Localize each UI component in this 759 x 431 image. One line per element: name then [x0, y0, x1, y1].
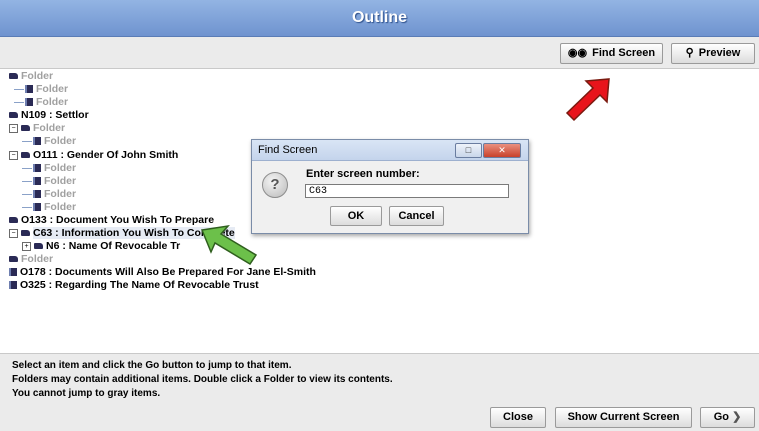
tree-item[interactable]: Folder	[22, 135, 76, 148]
folder-icon	[21, 230, 30, 237]
page-icon	[33, 137, 41, 146]
tree-item[interactable]: O325 : Regarding The Name Of Revocable T…	[9, 279, 259, 292]
go-button[interactable]: Go ❯	[700, 407, 755, 428]
tree-item[interactable]: + N6 : Name Of Revocable Tr	[22, 240, 180, 253]
page-icon	[33, 203, 41, 212]
tree-item[interactable]: N109 : Settlor	[9, 109, 89, 122]
screen-number-input[interactable]: C63	[305, 184, 509, 198]
find-screen-dialog: Find Screen □ ✕ ? Enter screen number: C…	[251, 139, 529, 234]
tree-item[interactable]: Folder	[9, 253, 53, 266]
dialog-title: Find Screen	[258, 144, 318, 156]
page-icon	[33, 190, 41, 199]
page-icon	[33, 177, 41, 186]
ok-button[interactable]: OK	[330, 206, 382, 226]
tree-item[interactable]: Folder	[9, 70, 53, 83]
tree-item[interactable]: O178 : Documents Will Also Be Prepared F…	[9, 266, 316, 279]
help-text-line: Folders may contain additional items. Do…	[12, 374, 393, 385]
help-text-line: Select an item and click the Go button t…	[12, 360, 292, 371]
tree-item[interactable]: Folder	[22, 188, 76, 201]
folder-icon	[9, 112, 18, 119]
page-icon	[9, 281, 17, 290]
binoculars-icon: ◉◉	[567, 47, 588, 59]
tree-item[interactable]: − O111 : Gender Of John Smith	[9, 149, 178, 162]
folder-icon	[9, 73, 18, 80]
folder-icon	[21, 152, 30, 159]
page-icon	[25, 98, 33, 107]
find-screen-button[interactable]: ◉◉ Find Screen	[560, 43, 663, 64]
collapse-toggle-icon[interactable]: −	[9, 150, 18, 160]
collapse-toggle-icon[interactable]: −	[9, 228, 18, 238]
toolbar: ◉◉ Find Screen ⚲ Preview	[0, 37, 759, 69]
bottom-panel: Select an item and click the Go button t…	[0, 353, 759, 431]
preview-button[interactable]: ⚲ Preview	[671, 43, 755, 64]
cancel-button[interactable]: Cancel	[389, 206, 444, 226]
page-icon	[33, 164, 41, 173]
help-text-line: You cannot jump to gray items.	[12, 388, 161, 399]
folder-icon	[9, 256, 18, 263]
magnifier-icon: ⚲	[685, 47, 694, 59]
red-arrow-annotation	[565, 78, 610, 122]
page-icon	[25, 85, 33, 94]
dialog-titlebar: Find Screen □ ✕	[252, 140, 528, 161]
chevron-right-icon: ❯	[732, 411, 742, 423]
folder-icon	[34, 243, 43, 250]
expand-toggle-icon[interactable]: +	[22, 241, 31, 251]
close-icon[interactable]: ✕	[483, 143, 521, 158]
restore-icon[interactable]: □	[455, 143, 482, 158]
green-arrow-annotation	[200, 224, 258, 266]
tree-item[interactable]: Folder	[14, 96, 68, 109]
question-icon: ?	[262, 172, 288, 198]
tree-item[interactable]: − Folder	[9, 122, 65, 135]
tree-item[interactable]: O133 : Document You Wish To Prepare	[9, 214, 214, 227]
tree-item[interactable]: Folder	[22, 162, 76, 175]
show-current-screen-button[interactable]: Show Current Screen	[555, 407, 692, 428]
window-title: Outline	[351, 9, 408, 26]
close-button[interactable]: Close	[490, 407, 546, 428]
tree-item[interactable]: Folder	[14, 83, 68, 96]
page-icon	[9, 268, 17, 277]
tree-item[interactable]: Folder	[22, 175, 76, 188]
folder-icon	[21, 125, 30, 132]
dialog-prompt: Enter screen number:	[306, 168, 420, 180]
collapse-toggle-icon[interactable]: −	[9, 123, 18, 133]
folder-icon	[9, 217, 18, 224]
window-titlebar: Outline	[0, 0, 759, 37]
tree-item[interactable]: Folder	[22, 201, 76, 214]
